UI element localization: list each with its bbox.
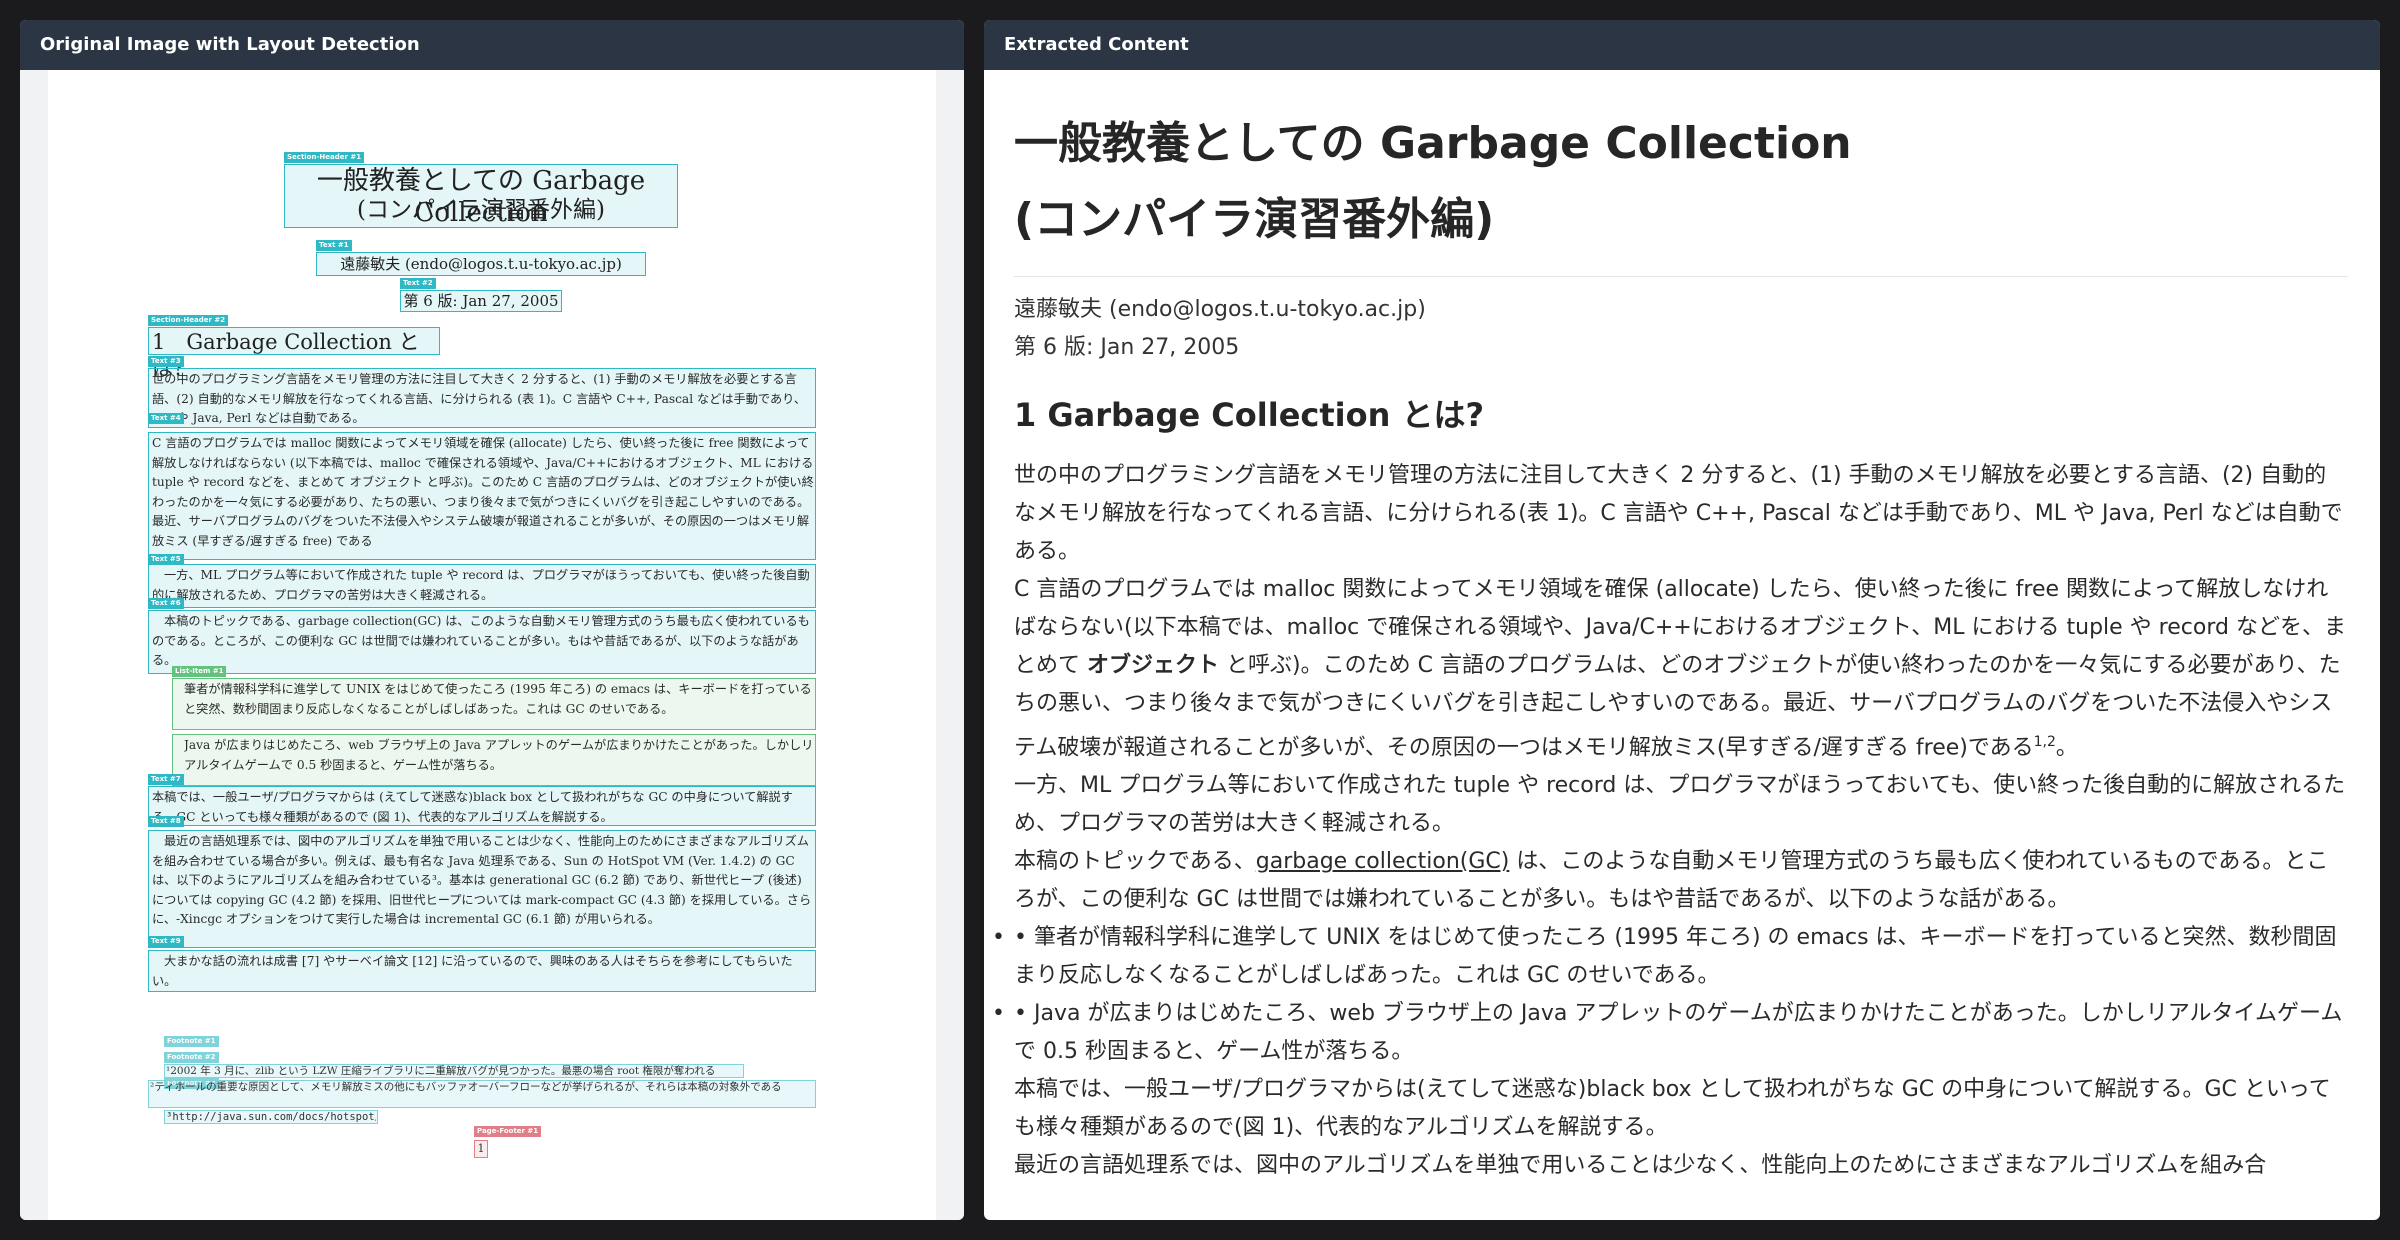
paragraph-text: 。 [2055,735,2078,761]
garbage-collection-link[interactable]: garbage collection(GC) [1256,849,1510,874]
layout-tag: Text #4 [148,413,184,424]
layout-tag: Text #2 [400,278,436,289]
doc-version: 第 6 版: Jan 27, 2005 [403,292,559,310]
doc-title-line2: (コンパイラ演習番外編) [357,197,605,223]
doc-paragraph: 最近の言語処理系では、図中のアルゴリズムを単独で用いることは少なく、性能向上のた… [152,834,812,926]
bold-term: オブジェクト [1087,653,1220,678]
layout-tag: Section-Header #1 [284,152,365,163]
layout-tag: Text #9 [148,936,184,947]
extracted-paragraph: C 言語のプログラムでは malloc 関数によってメモリ領域を確保 (allo… [1014,571,2348,767]
doc-page-number: 1 [477,1142,485,1155]
extracted-title-line1: 一般教養としての Garbage Collection [1014,118,1852,169]
extracted-section-heading: 1 Garbage Collection とは? [1014,396,1485,434]
extracted-paragraph: 本稿では、一般ユーザ/プログラマからは(えてして迷惑な)black box とし… [1014,1077,2331,1141]
layout-tag: Text #3 [148,356,184,367]
extracted-content-panel: Extracted Content 一般教養としての Garbage Colle… [984,20,2380,1220]
doc-author: 遠藤敏夫 (endo@logos.t.u-tokyo.ac.jp) [340,255,622,273]
doc-footnote: ¹2002 年 3 月に、zlib という LZW 圧縮ライブラリに二重解放バグ… [166,1065,716,1077]
layout-tag: Footnote #2 [164,1052,219,1063]
layout-tag: Text #8 [148,816,184,827]
doc-footnote: ³http://java.sun.com/docs/hotspot/ [166,1111,376,1123]
extracted-paragraph: 最近の言語処理系では、図中のアルゴリズムを単独で用いることは少なく、性能向上のた… [1014,1153,2267,1179]
title-divider [1014,276,2348,277]
layout-tag: Footnote #1 [164,1036,219,1047]
doc-paragraph: 大まかな話の流れは成書 [7] やサーベイ論文 [12] に沿っているので、興味… [152,954,793,988]
extracted-title: 一般教養としての Garbage Collection (コンパイラ演習番外編) [1014,106,2348,258]
doc-paragraph: 世の中のプログラミング言語をメモリ管理の方法に注目して大きく 2 分すると、(1… [152,372,807,425]
bullet-marker: • [992,925,1005,951]
list-item-text: • 筆者が情報科学科に進学して UNIX をはじめて使ったころ (1995 年こ… [1014,925,2337,989]
extracted-paragraph: 一方、ML プログラム等において作成された tuple や record は、プ… [1014,773,2346,837]
extracted-title-line2: (コンパイラ演習番外編) [1014,194,1495,245]
doc-paragraph: 一方、ML プログラム等において作成された tuple や record は、プ… [152,568,810,602]
layout-tag: Text #6 [148,598,184,609]
extracted-author: 遠藤敏夫 (endo@logos.t.u-tokyo.ac.jp) [1014,297,1426,322]
layout-tag: Text #1 [316,240,352,251]
extracted-content-scroll[interactable]: 一般教養としての Garbage Collection (コンパイラ演習番外編)… [984,70,2380,1220]
original-image-viewport[interactable]: Section-Header #1 一般教養としての Garbage Colle… [20,70,964,1220]
doc-paragraph: 本稿では、一般ユーザ/プログラマからは (えてして迷惑な)black box と… [152,790,793,824]
layout-tag: List-Item #1 [172,666,227,677]
doc-bullet: 筆者が情報科学科に進学して UNIX をはじめて使ったころ (1995 年ころ)… [184,682,812,716]
layout-tag: Page-Footer #1 [474,1126,542,1137]
bullet-marker: • [992,1001,1005,1027]
doc-paragraph: C 言語のプログラムでは malloc 関数によってメモリ領域を確保 (allo… [152,436,814,548]
extracted-list-item: • • 筆者が情報科学科に進学して UNIX をはじめて使ったころ (1995 年… [992,919,2348,995]
extracted-list-item: • • Java が広まりはじめたころ、web ブラウザ上の Java アプレット… [992,995,2348,1071]
layout-tag: Text #7 [148,774,184,785]
original-image-panel: Original Image with Layout Detection Sec… [20,20,964,1220]
doc-bullet: Java が広まりはじめたころ、web ブラウザ上の Java アプレットのゲー… [184,738,814,772]
extracted-panel-header: Extracted Content [984,20,2380,70]
extracted-version: 第 6 版: Jan 27, 2005 [1014,335,1240,360]
layout-tag: Section-Header #2 [148,315,229,326]
list-item-text: • Java が広まりはじめたころ、web ブラウザ上の Java アプレットの… [1014,1001,2343,1065]
doc-footnote: ²ティホールの重要な原因として、メモリ解放ミスの他にもバッファオーバーフローなど… [150,1081,782,1093]
doc-paragraph: 本稿のトピックである、garbage collection(GC) は、このよう… [152,614,810,667]
footnote-ref[interactable]: 1,2 [2034,734,2056,750]
extracted-paragraph: 本稿のトピックである、garbage collection(GC) は、このよう… [1014,843,2348,919]
document-page: Section-Header #1 一般教養としての Garbage Colle… [48,70,936,1220]
paragraph-text: 本稿のトピックである、 [1014,849,1256,875]
original-panel-header: Original Image with Layout Detection [20,20,964,70]
extracted-paragraph: 世の中のプログラミング言語をメモリ管理の方法に注目して大きく 2 分すると、(1… [1014,463,2343,564]
